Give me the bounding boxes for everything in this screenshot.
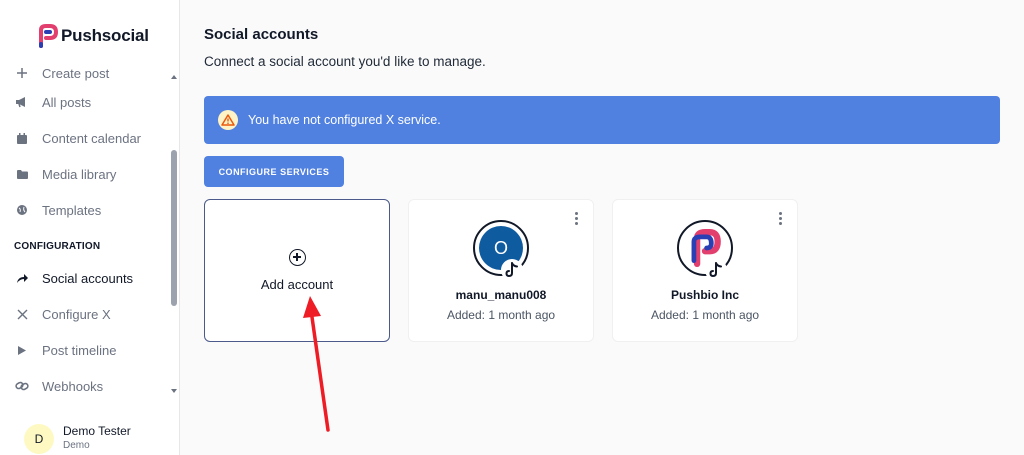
- plus-circle-icon: [289, 249, 306, 266]
- globe-icon: [14, 202, 30, 218]
- page-subtitle: Connect a social account you'd like to m…: [204, 54, 486, 69]
- account-card[interactable]: Pushbio Inc Added: 1 month ago: [612, 199, 798, 342]
- account-name: Pushbio Inc: [670, 288, 739, 302]
- brand-name: Pushsocial: [61, 26, 149, 45]
- scrollbar-thumb[interactable]: [171, 150, 177, 306]
- sidebar: Pushsocial Create post All posts Content…: [0, 0, 180, 455]
- kebab-menu-icon[interactable]: [573, 212, 579, 228]
- alert-banner: You have not configured X service.: [204, 96, 1000, 144]
- scroll-down-arrow-icon[interactable]: [171, 389, 177, 393]
- sidebar-item-label: Configure X: [42, 306, 111, 322]
- warning-icon: [218, 110, 238, 130]
- sidebar-nav: Create post All posts Content calendar M…: [0, 62, 170, 402]
- play-icon: [14, 342, 30, 358]
- sidebar-item-label: Webhooks: [42, 378, 104, 394]
- user-profile[interactable]: D Demo Tester Demo: [24, 422, 131, 454]
- avatar: D: [24, 424, 54, 454]
- sidebar-item-label: Create post: [42, 65, 110, 81]
- pushsocial-logo-icon: [39, 24, 58, 48]
- sidebar-item-content-calendar[interactable]: Content calendar: [14, 127, 141, 149]
- account-card[interactable]: O manu_manu008 Added: 1 month ago: [408, 199, 594, 342]
- sidebar-item-label: Templates: [42, 202, 102, 218]
- section-label-configuration: CONFIGURATION: [14, 241, 101, 252]
- folder-icon: [14, 166, 30, 182]
- calendar-icon: [14, 130, 30, 146]
- sidebar-item-label: Post timeline: [42, 342, 117, 358]
- brand[interactable]: Pushsocial: [38, 24, 149, 48]
- red-arrow-annotation-icon: [303, 296, 330, 432]
- megaphone-icon: [14, 94, 30, 110]
- sidebar-item-templates[interactable]: Templates: [14, 199, 101, 221]
- user-role: Demo: [63, 440, 90, 451]
- sidebar-item-label: Social accounts: [42, 270, 134, 286]
- sidebar-item-all-posts[interactable]: All posts: [14, 91, 91, 113]
- kebab-menu-icon[interactable]: [777, 212, 783, 228]
- sidebar-item-create-post[interactable]: Create post: [14, 62, 109, 84]
- account-name: manu_manu008: [455, 288, 547, 302]
- sidebar-item-media-library[interactable]: Media library: [14, 163, 116, 185]
- alert-text: You have not configured X service.: [248, 113, 441, 127]
- plus-icon: [14, 65, 30, 81]
- tiktok-icon: [705, 259, 727, 281]
- configure-services-button[interactable]: CONFIGURE SERVICES: [204, 156, 344, 187]
- share-icon: [14, 270, 30, 286]
- sidebar-item-label: Media library: [42, 166, 117, 182]
- x-icon: [14, 306, 30, 322]
- sidebar-item-configure-x[interactable]: Configure X: [14, 303, 111, 325]
- account-added-date: Added: 1 month ago: [446, 308, 556, 322]
- sidebar-item-webhooks[interactable]: Webhooks: [14, 375, 103, 397]
- link-icon: [14, 378, 30, 394]
- sidebar-item-post-timeline[interactable]: Post timeline: [14, 339, 116, 361]
- tiktok-icon: [501, 259, 523, 281]
- sidebar-item-label: All posts: [42, 94, 92, 110]
- scroll-up-arrow-icon[interactable]: [171, 75, 177, 79]
- account-added-date: Added: 1 month ago: [650, 308, 760, 322]
- sidebar-item-label: Content calendar: [42, 130, 142, 146]
- account-avatar-initial: O: [493, 237, 508, 258]
- user-name: Demo Tester: [63, 424, 131, 438]
- page-title: Social accounts: [204, 26, 319, 43]
- sidebar-item-social-accounts[interactable]: Social accounts: [14, 267, 133, 289]
